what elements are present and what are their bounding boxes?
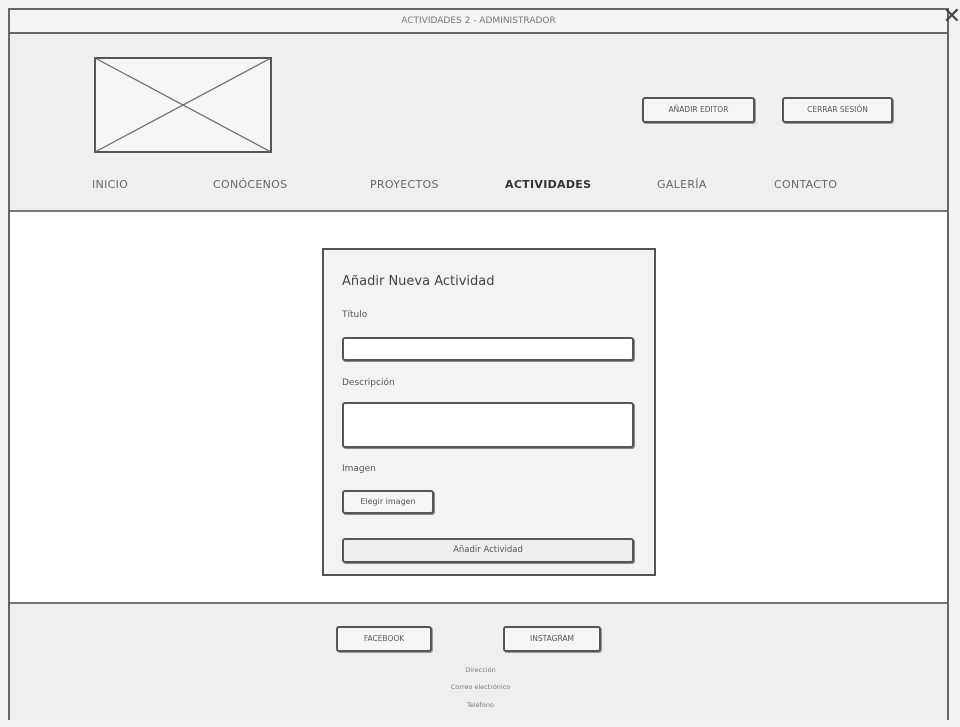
nav-item-inicio[interactable]: INICIO xyxy=(92,178,128,191)
site-header: AÑADIR EDITOR CERRAR SESIÓN INICIO CONÓC… xyxy=(10,34,947,212)
choose-image-button[interactable]: Elegir imagen xyxy=(342,490,434,514)
app-window: ACTIVIDADES 2 - ADMINISTRADOR ✕ AÑADIR E… xyxy=(8,6,960,720)
logo-placeholder xyxy=(94,57,272,153)
site-footer: FACEBOOK INSTAGRAM Dirección Correo elec… xyxy=(10,604,947,720)
main-content: Añadir Nueva Actividad Título Descripció… xyxy=(10,212,947,604)
add-activity-button[interactable]: Añadir Actividad xyxy=(342,538,634,563)
close-icon[interactable]: ✕ xyxy=(943,6,960,28)
title-input[interactable] xyxy=(344,341,632,362)
title-field[interactable] xyxy=(342,337,634,362)
nav-item-conocenos[interactable]: CONÓCENOS xyxy=(213,178,287,191)
nav-item-galeria[interactable]: GALERÍA xyxy=(657,178,707,191)
footer-email: Correo electrónico xyxy=(450,683,511,691)
logout-button[interactable]: CERRAR SESIÓN xyxy=(782,97,893,123)
image-placeholder-icon xyxy=(94,57,272,153)
footer-phone: Teléfono xyxy=(466,701,495,709)
main-nav: INICIO CONÓCENOS PROYECTOS ACTIVIDADES G… xyxy=(10,178,947,198)
nav-item-proyectos[interactable]: PROYECTOS xyxy=(370,178,439,191)
nav-item-actividades[interactable]: ACTIVIDADES xyxy=(505,178,591,191)
description-textarea[interactable] xyxy=(344,404,632,446)
image-label: Imagen xyxy=(342,464,376,474)
add-activity-form: Añadir Nueva Actividad Título Descripció… xyxy=(322,248,656,576)
add-editor-button[interactable]: AÑADIR EDITOR xyxy=(642,97,755,123)
title-label: Título xyxy=(342,310,368,320)
description-label: Descripción xyxy=(342,378,395,388)
footer-address: Dirección xyxy=(465,666,496,674)
description-field[interactable] xyxy=(342,402,634,448)
nav-item-contacto[interactable]: CONTACTO xyxy=(774,178,837,191)
facebook-button[interactable]: FACEBOOK xyxy=(336,626,432,652)
window-titlebar: ACTIVIDADES 2 - ADMINISTRADOR ✕ xyxy=(10,6,960,34)
instagram-button[interactable]: INSTAGRAM xyxy=(503,626,601,652)
window-title: ACTIVIDADES 2 - ADMINISTRADOR xyxy=(401,16,556,26)
form-title: Añadir Nueva Actividad xyxy=(342,274,495,289)
